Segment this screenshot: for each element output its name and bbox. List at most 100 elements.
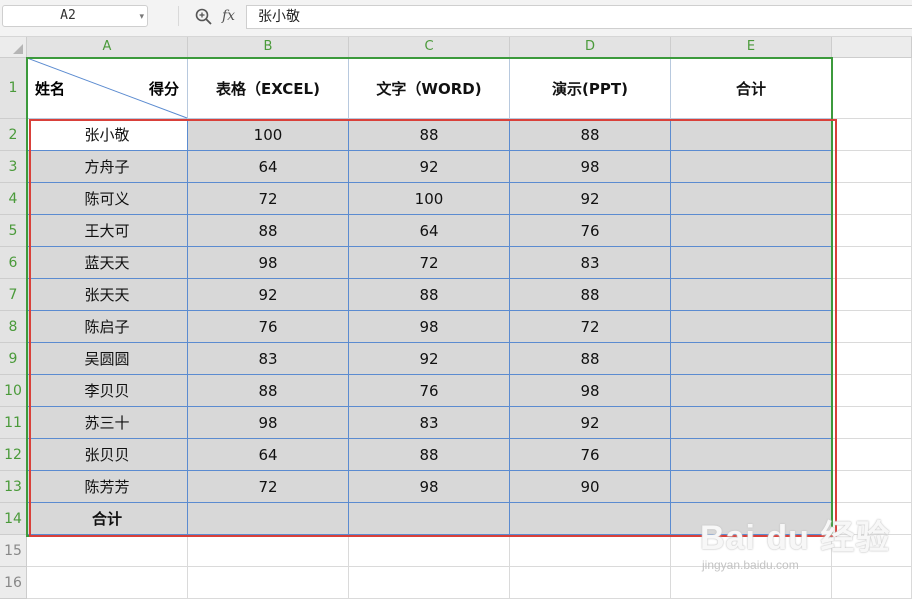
cell-a5[interactable]: 王大可 — [27, 215, 188, 247]
cell-c12[interactable]: 88 — [349, 439, 510, 471]
cell-e11[interactable] — [671, 407, 832, 439]
cell-b8[interactable]: 76 — [188, 311, 349, 343]
cell-a2[interactable]: 张小敬 — [27, 119, 188, 151]
column-header-f[interactable] — [832, 37, 912, 58]
cell-f8[interactable] — [832, 311, 912, 343]
row-header-16[interactable]: 16 — [0, 567, 27, 599]
cell-b3[interactable]: 64 — [188, 151, 349, 183]
cell-f6[interactable] — [832, 247, 912, 279]
cell-e16[interactable] — [671, 567, 832, 599]
cell-f13[interactable] — [832, 471, 912, 503]
cell-d15[interactable] — [510, 535, 671, 567]
cell-d7[interactable]: 88 — [510, 279, 671, 311]
row-header-5[interactable]: 5 — [0, 215, 27, 247]
cell-c9[interactable]: 92 — [349, 343, 510, 375]
cell-e8[interactable] — [671, 311, 832, 343]
row-header-7[interactable]: 7 — [0, 279, 27, 311]
column-header-b[interactable]: B — [188, 37, 349, 58]
cell-f10[interactable] — [832, 375, 912, 407]
cell-c6[interactable]: 72 — [349, 247, 510, 279]
cell-b5[interactable]: 88 — [188, 215, 349, 247]
cell-d9[interactable]: 88 — [510, 343, 671, 375]
cell-c4[interactable]: 100 — [349, 183, 510, 215]
cell-f2[interactable] — [832, 119, 912, 151]
cell-b9[interactable]: 83 — [188, 343, 349, 375]
cell-c11[interactable]: 83 — [349, 407, 510, 439]
cell-c16[interactable] — [349, 567, 510, 599]
cell-f7[interactable] — [832, 279, 912, 311]
cell-a14[interactable]: 合计 — [27, 503, 188, 535]
row-header-11[interactable]: 11 — [0, 407, 27, 439]
cell-e13[interactable] — [671, 471, 832, 503]
cell-a12[interactable]: 张贝贝 — [27, 439, 188, 471]
cell-b16[interactable] — [188, 567, 349, 599]
cell-e14[interactable] — [671, 503, 832, 535]
column-header-a[interactable]: A — [27, 37, 188, 58]
cell-c3[interactable]: 92 — [349, 151, 510, 183]
cell-f3[interactable] — [832, 151, 912, 183]
cell-f14[interactable] — [832, 503, 912, 535]
cell-c2[interactable]: 88 — [349, 119, 510, 151]
cell-a15[interactable] — [27, 535, 188, 567]
column-header-c[interactable]: C — [349, 37, 510, 58]
row-header-9[interactable]: 9 — [0, 343, 27, 375]
cell-c13[interactable]: 98 — [349, 471, 510, 503]
cell-d5[interactable]: 76 — [510, 215, 671, 247]
row-header-4[interactable]: 4 — [0, 183, 27, 215]
formula-input[interactable]: 张小敬 — [246, 5, 912, 29]
cell-d4[interactable]: 92 — [510, 183, 671, 215]
cell-b6[interactable]: 98 — [188, 247, 349, 279]
cell-a6[interactable]: 蓝天天 — [27, 247, 188, 279]
cell-d10[interactable]: 98 — [510, 375, 671, 407]
cell-e7[interactable] — [671, 279, 832, 311]
cell-b12[interactable]: 64 — [188, 439, 349, 471]
cell-c14[interactable] — [349, 503, 510, 535]
cell-a16[interactable] — [27, 567, 188, 599]
cell-d6[interactable]: 83 — [510, 247, 671, 279]
cell-a8[interactable]: 陈启子 — [27, 311, 188, 343]
row-header-15[interactable]: 15 — [0, 535, 27, 567]
cell-b13[interactable]: 72 — [188, 471, 349, 503]
cell-e1[interactable]: 合计 — [671, 58, 832, 119]
cell-f5[interactable] — [832, 215, 912, 247]
cell-b1[interactable]: 表格（EXCEL) — [188, 58, 349, 119]
select-all-corner[interactable] — [0, 37, 27, 58]
cell-c7[interactable]: 88 — [349, 279, 510, 311]
column-header-d[interactable]: D — [510, 37, 671, 58]
cell-f16[interactable] — [832, 567, 912, 599]
cell-d11[interactable]: 92 — [510, 407, 671, 439]
cell-f11[interactable] — [832, 407, 912, 439]
cell-b2[interactable]: 100 — [188, 119, 349, 151]
cell-a9[interactable]: 吴圆圆 — [27, 343, 188, 375]
cell-f9[interactable] — [832, 343, 912, 375]
cell-e4[interactable] — [671, 183, 832, 215]
cell-f15[interactable] — [832, 535, 912, 567]
cell-a7[interactable]: 张天天 — [27, 279, 188, 311]
cell-f4[interactable] — [832, 183, 912, 215]
cell-f12[interactable] — [832, 439, 912, 471]
cell-d8[interactable]: 72 — [510, 311, 671, 343]
cell-d14[interactable] — [510, 503, 671, 535]
row-header-10[interactable]: 10 — [0, 375, 27, 407]
cell-d1[interactable]: 演示(PPT) — [510, 58, 671, 119]
cell-e12[interactable] — [671, 439, 832, 471]
row-header-14[interactable]: 14 — [0, 503, 27, 535]
cell-a10[interactable]: 李贝贝 — [27, 375, 188, 407]
zoom-icon[interactable] — [194, 7, 214, 27]
cell-b14[interactable] — [188, 503, 349, 535]
cell-e3[interactable] — [671, 151, 832, 183]
row-header-13[interactable]: 13 — [0, 471, 27, 503]
cell-c15[interactable] — [349, 535, 510, 567]
cell-d12[interactable]: 76 — [510, 439, 671, 471]
row-header-2[interactable]: 2 — [0, 119, 27, 151]
row-header-1[interactable]: 1 — [0, 58, 27, 119]
cell-b15[interactable] — [188, 535, 349, 567]
cell-e6[interactable] — [671, 247, 832, 279]
cell-b10[interactable]: 88 — [188, 375, 349, 407]
cell-e2[interactable] — [671, 119, 832, 151]
cell-b11[interactable]: 98 — [188, 407, 349, 439]
cell-e9[interactable] — [671, 343, 832, 375]
cell-f1[interactable] — [832, 58, 912, 119]
column-header-e[interactable]: E — [671, 37, 832, 58]
cell-d13[interactable]: 90 — [510, 471, 671, 503]
